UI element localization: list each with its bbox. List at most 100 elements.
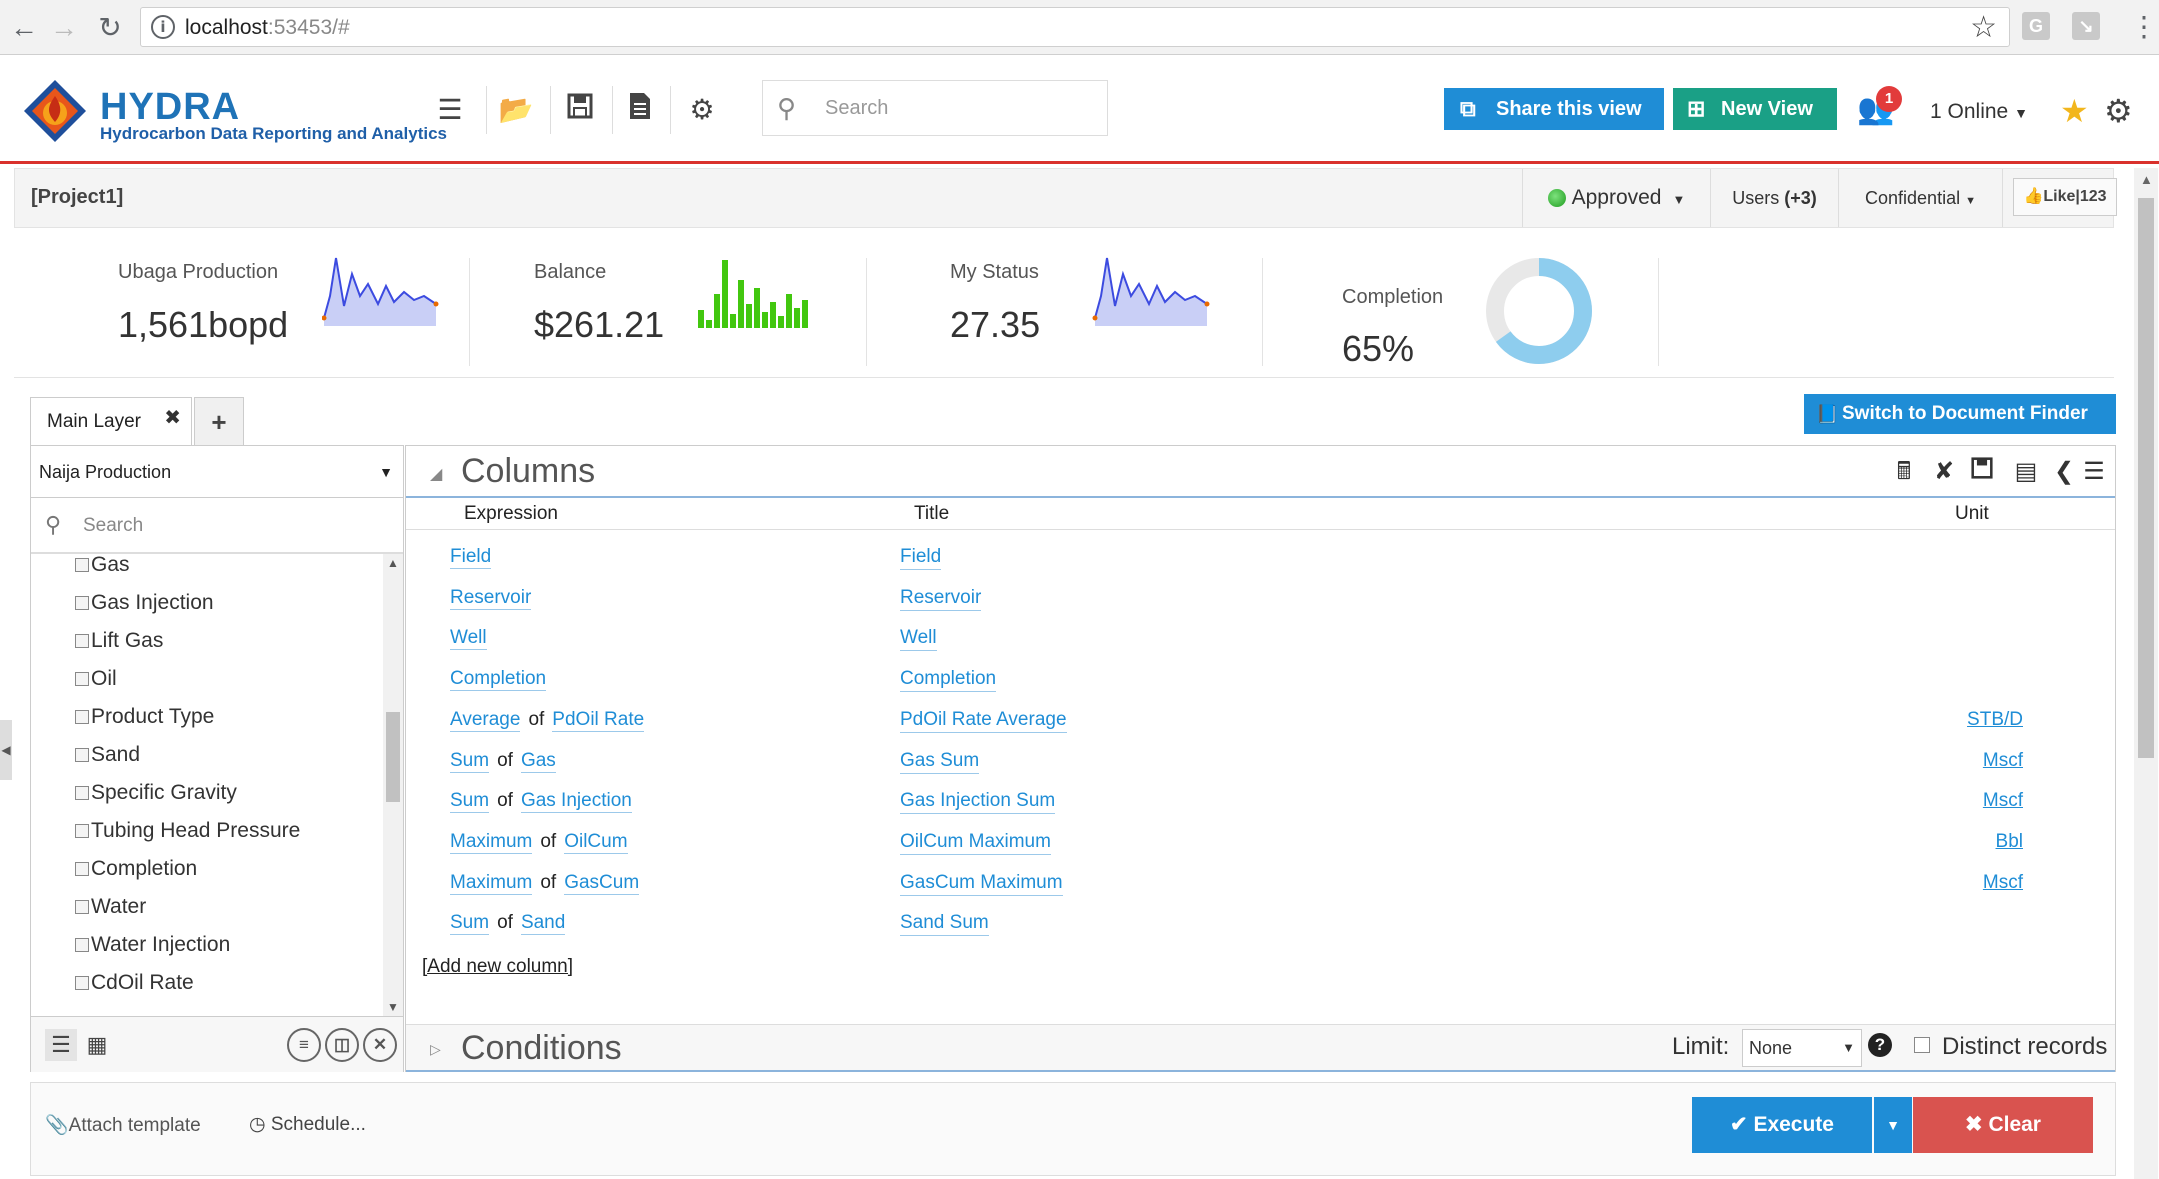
checkbox[interactable] (75, 672, 89, 686)
layout-icon[interactable]: ▤ (2010, 456, 2042, 488)
schedule-button[interactable]: ◷ Schedule... (249, 1113, 366, 1136)
aggregate-link[interactable]: Sum (450, 912, 490, 936)
execute-button[interactable]: ✔ Execute (1692, 1097, 1872, 1153)
clear-circle-icon[interactable]: ✕ (363, 1028, 397, 1062)
field-link[interactable]: Completion (450, 668, 547, 692)
title-link[interactable]: Gas Injection Sum (900, 790, 1056, 815)
calculator-icon[interactable]: 🖩 (1888, 456, 1920, 488)
aggregate-link[interactable]: Sum (450, 749, 490, 773)
unit-link[interactable]: Mscf (1983, 750, 2023, 773)
back-circle-icon[interactable]: ❮ (2048, 456, 2080, 488)
status-dropdown[interactable]: Approved ▼ (1522, 169, 1710, 227)
field-list-item[interactable]: Sand (75, 736, 140, 774)
list-view-icon[interactable]: ☰ (45, 1029, 77, 1061)
title-link[interactable]: Gas Sum (900, 750, 980, 774)
like-button[interactable]: 👍Like|123 (2013, 178, 2117, 216)
scroll-down-icon[interactable]: ▼ (387, 1000, 399, 1014)
checkbox[interactable] (75, 862, 89, 876)
help-icon[interactable]: ? (1868, 1033, 1892, 1057)
unit-link[interactable]: Bbl (1996, 831, 2023, 854)
side-panel-handle[interactable]: ◀ (0, 720, 12, 780)
title-link[interactable]: Reservoir (900, 587, 982, 611)
checkbox[interactable] (75, 558, 89, 572)
checkbox[interactable] (75, 710, 89, 724)
aggregate-link[interactable]: Average (450, 708, 521, 732)
field-list-item[interactable]: Water (75, 888, 146, 926)
expand-triangle-icon[interactable]: ▷ (430, 1041, 441, 1058)
conditions-section-header[interactable]: ▷ Conditions Limit: None ▼ ? Distinct rec… (406, 1024, 2115, 1072)
title-link[interactable]: Field (900, 546, 942, 570)
clear-button[interactable]: ✖ Clear (1913, 1097, 2093, 1153)
field-list-item[interactable]: Gas (75, 554, 130, 584)
execute-dropdown-button[interactable]: ▼ (1874, 1097, 1912, 1153)
field-search-input[interactable]: ⚲ Search (31, 498, 403, 554)
folder-open-icon[interactable]: 📂 (498, 92, 534, 128)
switch-document-finder-button[interactable]: 📘 Switch to Document Finder (1804, 394, 2116, 434)
field-list-item[interactable]: Oil (75, 660, 117, 698)
field-list-item[interactable]: Water Injection (75, 926, 230, 964)
field-list-item[interactable]: Gas Injection (75, 584, 214, 622)
reload-icon[interactable]: ↻ (92, 10, 128, 46)
url-text[interactable]: localhost:53453/# (185, 16, 350, 40)
add-column-link[interactable]: [Add new column] (422, 956, 573, 978)
notification-badge[interactable]: 1 (1876, 86, 1902, 112)
field-link[interactable]: Reservoir (450, 586, 532, 610)
share-view-button[interactable]: ⧉ Share this view (1444, 88, 1664, 130)
field-list-item[interactable]: Product Type (75, 698, 214, 736)
limit-select[interactable]: None ▼ (1742, 1029, 1862, 1067)
forward-arrow-icon[interactable]: → (46, 10, 82, 46)
checkbox[interactable] (75, 938, 89, 952)
field-link[interactable]: Well (450, 627, 487, 651)
settings-gears-icon[interactable]: ⚙ (684, 92, 720, 128)
scrollbar-thumb[interactable] (386, 712, 400, 802)
aggregate-link[interactable]: Maximum (450, 830, 533, 854)
bookmark-star-icon[interactable]: ☆ (1970, 10, 1997, 45)
gear-icon[interactable]: ⚙ (2104, 92, 2133, 130)
close-icon[interactable]: ✖ (164, 394, 181, 442)
collapse-tree-icon[interactable]: ≡ (287, 1028, 321, 1062)
title-link[interactable]: Completion (900, 668, 997, 693)
extension-g-icon[interactable]: G (2022, 12, 2050, 40)
info-icon[interactable]: i (151, 15, 175, 39)
field-list-item[interactable]: Specific Gravity (75, 774, 237, 812)
hamburger-menu-icon[interactable]: ☰ (432, 92, 468, 128)
grid-view-icon[interactable]: ▦ (81, 1029, 113, 1061)
menu-icon[interactable]: ☰ (2078, 456, 2110, 488)
header-search[interactable]: ⚲ Search (762, 80, 1108, 136)
aggregate-link[interactable]: Maximum (450, 871, 533, 895)
title-link[interactable]: GasCum Maximum (900, 872, 1063, 896)
scrollbar-thumb[interactable] (2138, 198, 2154, 758)
favorite-star-icon[interactable]: ★ (2060, 92, 2089, 130)
field-link[interactable]: Gas Injection (520, 790, 632, 814)
add-layer-button[interactable]: + (194, 397, 244, 447)
collapse-triangle-icon[interactable]: ◢ (430, 464, 442, 484)
distinct-records-checkbox[interactable]: Distinct records (1914, 1033, 2107, 1061)
browser-menu-icon[interactable]: ⋮ (2130, 10, 2158, 43)
users-button[interactable]: Users (+3) (1710, 169, 1838, 227)
close-circle-icon[interactable]: ✘ (1928, 456, 1960, 488)
field-link[interactable]: OilCum (564, 830, 628, 854)
title-link[interactable]: PdOil Rate Average (900, 709, 1067, 733)
title-link[interactable]: OilCum Maximum (900, 831, 1051, 855)
checkbox[interactable] (75, 748, 89, 762)
new-view-button[interactable]: ⊞ New View (1673, 88, 1837, 130)
title-link[interactable]: Sand Sum (900, 912, 989, 937)
checkbox[interactable] (75, 976, 89, 990)
save-icon[interactable] (562, 92, 598, 128)
scroll-up-icon[interactable]: ▲ (387, 556, 399, 570)
scroll-up-icon[interactable]: ▲ (2140, 172, 2153, 187)
aggregate-link[interactable]: Sum (450, 790, 490, 814)
confidential-dropdown[interactable]: Confidential ▼ (1838, 169, 2002, 227)
checkbox[interactable] (75, 786, 89, 800)
title-link[interactable]: Well (900, 627, 937, 652)
field-list-item[interactable]: Tubing Head Pressure (75, 812, 300, 850)
field-link[interactable]: PdOil Rate (552, 708, 645, 732)
checkbox[interactable] (75, 900, 89, 914)
columns-section-header[interactable]: ◢ Columns 🖩 ✘ ▤ ❮ ☰ (406, 446, 2115, 498)
attach-template-button[interactable]: 📎Attach template (45, 1113, 201, 1137)
unit-link[interactable]: Mscf (1983, 872, 2023, 895)
checkbox[interactable] (75, 596, 89, 610)
field-list-scrollbar[interactable]: ▲ ▼ (383, 554, 403, 1016)
field-link[interactable]: Sand (520, 912, 566, 936)
tab-main-layer[interactable]: Main Layer ✖ (30, 397, 192, 447)
